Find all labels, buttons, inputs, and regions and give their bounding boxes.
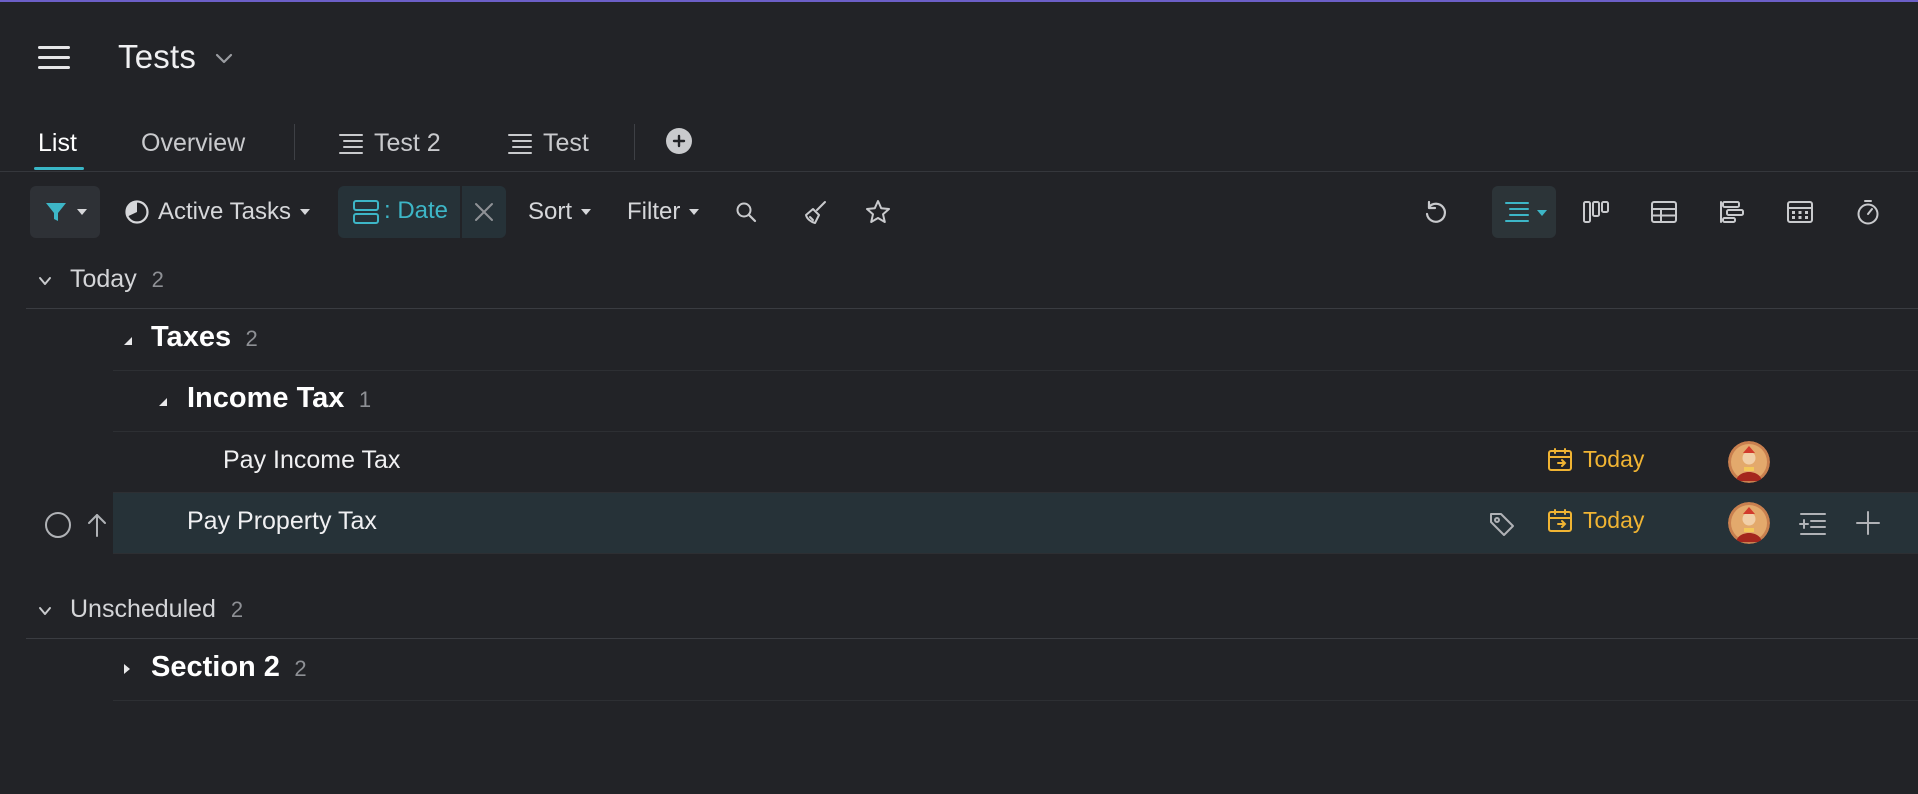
heading-label: Income Tax (187, 382, 345, 414)
task-title[interactable]: Pay Property Tax (187, 507, 377, 536)
calendar-grid-icon (1787, 201, 1813, 223)
table-view-button[interactable] (1644, 192, 1684, 232)
project-title[interactable]: Tests (118, 38, 196, 76)
triangle-collapsed-icon[interactable] (122, 664, 132, 674)
board-view-icon (1583, 201, 1609, 223)
tab-test[interactable]: Test (507, 122, 589, 164)
section-label: Unscheduled (70, 595, 216, 623)
calendar-view-button[interactable] (1780, 192, 1820, 232)
add-view-button[interactable] (666, 128, 692, 154)
section-count: 2 (230, 597, 244, 622)
due-date[interactable]: Today (1547, 446, 1644, 473)
caret-down-icon (1537, 210, 1547, 216)
funnel-icon (46, 203, 66, 221)
filter-dropdown[interactable]: Filter (627, 186, 700, 238)
list-view-icon (508, 134, 532, 154)
undo-button[interactable] (1416, 192, 1456, 232)
list-view-icon (339, 134, 363, 154)
caret-down-icon (77, 209, 87, 215)
clean-up-button[interactable] (796, 192, 836, 232)
view-tabs: List Overview Test 2 Test (0, 114, 1918, 172)
active-tasks-dropdown[interactable]: Active Tasks (124, 186, 311, 238)
tab-overview[interactable]: Overview (141, 122, 245, 164)
caret-down-icon (689, 209, 700, 215)
close-icon[interactable] (473, 201, 495, 223)
section-header-unscheduled[interactable]: Unscheduled 2 (26, 583, 1918, 639)
heading-count: 1 (358, 387, 372, 412)
stopwatch-icon (1857, 200, 1879, 225)
due-date[interactable]: Today (1547, 507, 1644, 534)
section-header-today[interactable]: Today 2 (26, 253, 1918, 309)
heading-count: 2 (245, 326, 258, 351)
chevron-down-icon (39, 277, 51, 285)
task-row[interactable]: Pay Income Tax Today (113, 432, 1918, 493)
group-rows-icon (353, 200, 379, 224)
add-subtask-icon[interactable] (1799, 511, 1827, 537)
header: Tests (0, 2, 1918, 114)
calendar-due-icon (1548, 508, 1572, 532)
list-view-button[interactable] (1492, 186, 1556, 238)
tab-list[interactable]: List (38, 122, 77, 164)
board-view-button[interactable] (1576, 192, 1616, 232)
tab-divider (294, 124, 295, 160)
heading-row-income-tax[interactable]: Income Tax 1 (113, 371, 1918, 432)
group-by-chip[interactable]: : Date (338, 186, 506, 238)
calendar-due-icon (1548, 447, 1572, 471)
section-label: Today (70, 265, 137, 293)
pie-chart-icon (125, 200, 149, 224)
tab-test-2[interactable]: Test 2 (338, 122, 441, 164)
filter-preset-button[interactable] (30, 186, 100, 238)
heading-label: Taxes (151, 321, 232, 353)
heading-label: Section 2 (151, 651, 280, 683)
complete-checkbox-icon[interactable] (44, 511, 72, 539)
gantt-view-icon (1720, 201, 1744, 223)
caret-down-icon (299, 209, 310, 215)
search-button[interactable] (726, 192, 766, 232)
row-hover-controls (44, 505, 110, 541)
star-icon (866, 200, 890, 223)
task-title[interactable]: Pay Income Tax (223, 446, 400, 475)
avatar[interactable] (1728, 441, 1770, 483)
gantt-view-button[interactable] (1712, 192, 1752, 232)
chevron-down-icon[interactable] (214, 50, 234, 66)
plus-icon (672, 134, 686, 148)
table-view-icon (1651, 201, 1677, 223)
section-count: 2 (151, 267, 164, 292)
sort-dropdown[interactable]: Sort (528, 186, 592, 238)
list-view-icon (1505, 202, 1529, 222)
undo-icon (1425, 200, 1447, 223)
avatar[interactable] (1728, 502, 1770, 544)
toolbar: Active Tasks : Date Sort Filter (0, 186, 1918, 240)
task-row-selected[interactable]: Pay Property Tax Today (113, 493, 1918, 554)
chevron-down-icon (39, 607, 51, 615)
heading-count: 2 (294, 656, 307, 681)
plus-icon[interactable] (1855, 510, 1881, 536)
heading-row-taxes[interactable]: Taxes 2 (113, 310, 1918, 371)
triangle-expanded-icon[interactable] (158, 397, 168, 407)
arrow-up-icon[interactable] (84, 511, 110, 539)
favorite-button[interactable] (858, 192, 898, 232)
hamburger-menu-icon[interactable] (38, 46, 70, 70)
caret-down-icon (581, 209, 592, 215)
tab-divider (634, 124, 635, 160)
triangle-expanded-icon[interactable] (123, 336, 133, 346)
active-tab-underline (34, 167, 84, 170)
broom-icon (805, 201, 826, 224)
timer-button[interactable] (1848, 192, 1888, 232)
heading-row-section-2[interactable]: Section 2 2 (113, 640, 1918, 701)
search-icon (736, 202, 757, 223)
tag-icon[interactable] (1488, 510, 1516, 538)
